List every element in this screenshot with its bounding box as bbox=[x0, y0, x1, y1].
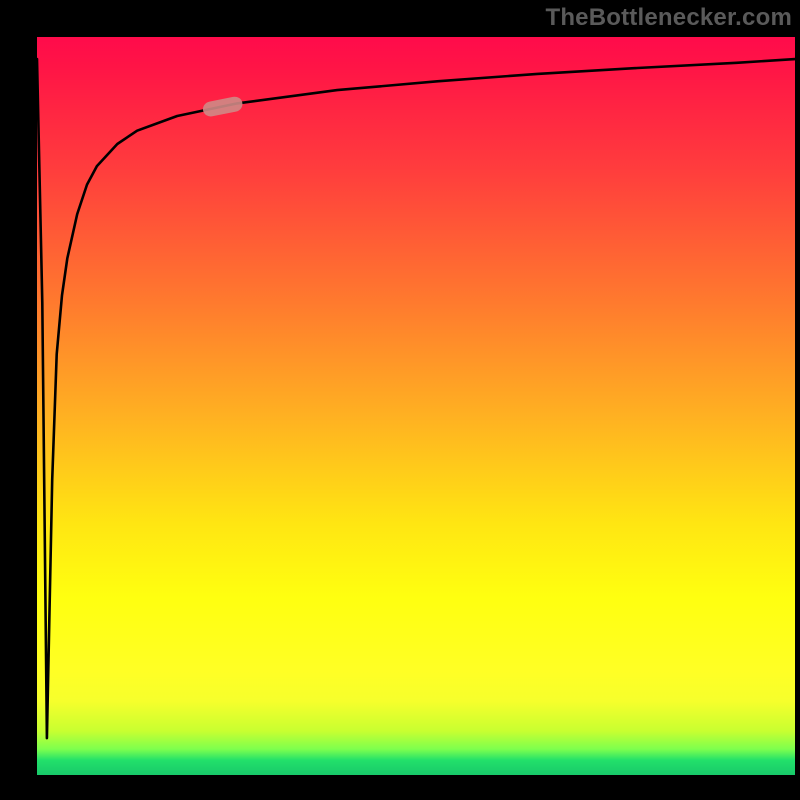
highlight-pill bbox=[202, 95, 244, 118]
watermark-text: TheBottlenecker.com bbox=[545, 4, 792, 32]
chart-frame: TheBottlenecker.com bbox=[0, 0, 800, 800]
chart-curve-layer bbox=[37, 37, 795, 775]
bottleneck-curve bbox=[37, 59, 795, 738]
